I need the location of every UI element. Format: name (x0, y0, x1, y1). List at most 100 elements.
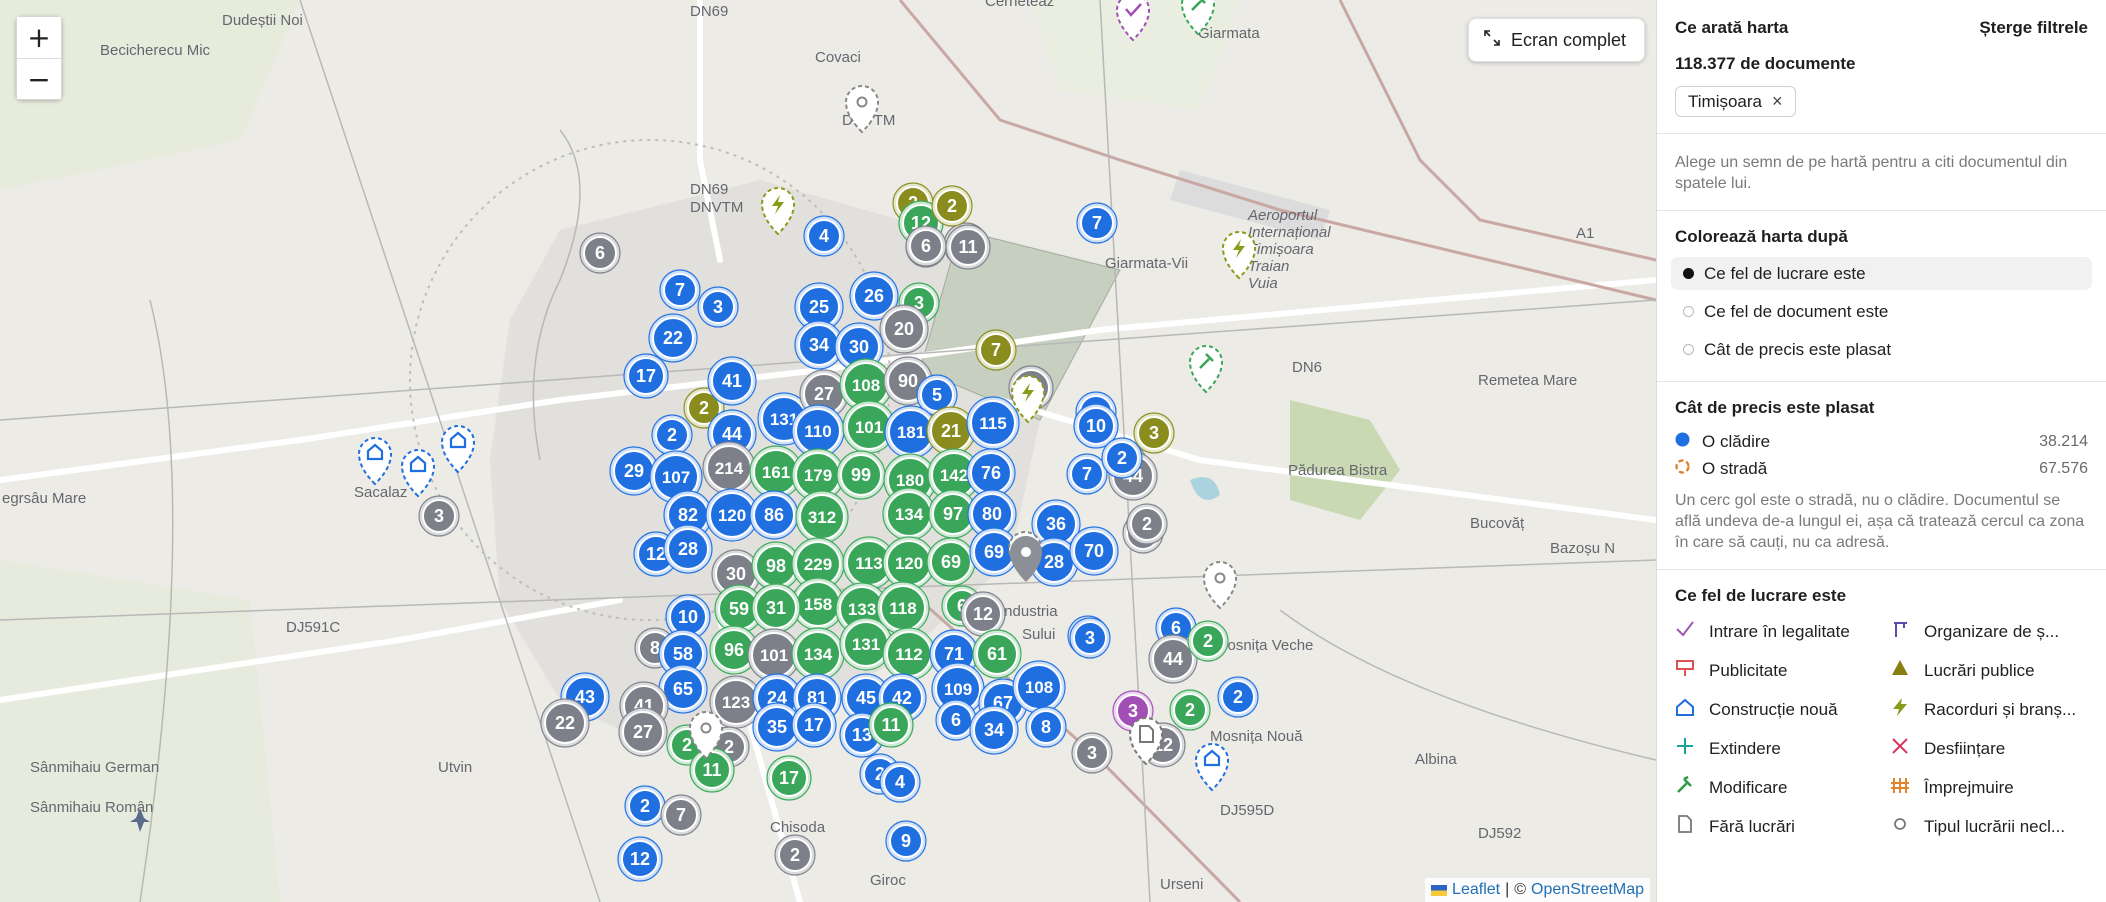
fullscreen-button[interactable]: Ecran complet (1468, 18, 1646, 62)
cluster-marker[interactable]: 7 (1076, 202, 1118, 244)
cluster-marker[interactable]: 31 (751, 583, 801, 633)
cluster-marker[interactable]: 2 (624, 785, 666, 827)
cluster-marker[interactable]: 7 (660, 794, 702, 836)
cluster-marker[interactable]: 312 (795, 490, 849, 544)
cluster-count: 2 (667, 425, 677, 445)
cluster-marker[interactable]: 7 (1066, 453, 1108, 495)
clear-filters-button[interactable]: Șterge filtrele (1979, 18, 2088, 38)
cluster-marker[interactable]: 6 (579, 232, 621, 274)
cluster-marker[interactable]: 41 (707, 356, 757, 406)
precision-count: 67.576 (2039, 459, 2088, 477)
close-icon[interactable]: × (1772, 91, 1783, 112)
cluster-marker[interactable]: 2 (1101, 437, 1143, 479)
cluster-marker[interactable]: 28 (663, 524, 713, 574)
cluster-marker[interactable]: 2 (1169, 689, 1211, 731)
cluster-marker[interactable]: 2 (1187, 620, 1229, 662)
work-type-item[interactable]: Lucrări publice (1890, 651, 2090, 690)
place-label: DNVTM (690, 199, 743, 216)
cluster-marker[interactable]: 6 (905, 225, 947, 267)
cluster-count: 17 (779, 768, 799, 788)
cluster-marker[interactable]: 22 (648, 313, 698, 363)
cluster-marker[interactable]: 34 (969, 705, 1019, 755)
zoom-out-button[interactable]: − (17, 58, 61, 99)
leaflet-link[interactable]: Leaflet (1452, 881, 1500, 899)
place-label: DJ592 (1478, 825, 1521, 842)
filled-circle-icon (1675, 432, 1690, 452)
work-type-item[interactable]: Fără lucrări (1675, 807, 1890, 846)
work-type-item[interactable]: Desființare (1890, 729, 2090, 768)
cluster-marker[interactable]: 3 (1133, 412, 1175, 454)
cluster-count: 7 (676, 805, 686, 825)
color-option-document-type[interactable]: Ce fel de document este (1671, 295, 2092, 328)
place-label: Giroc (870, 872, 906, 889)
cluster-marker[interactable]: 2 (1217, 676, 1259, 718)
cluster-count: 113 (855, 554, 882, 573)
cluster-marker[interactable]: 134 (791, 627, 845, 681)
cluster-marker[interactable]: 11 (945, 224, 991, 270)
cluster-marker[interactable]: 7 (975, 329, 1017, 371)
cluster-marker[interactable]: 214 (702, 441, 756, 495)
work-type-item[interactable]: Extindere (1675, 729, 1890, 768)
cluster-marker[interactable]: 70 (1069, 526, 1119, 576)
cluster-marker[interactable]: 11 (868, 702, 914, 748)
filter-chip-label: Timișoara (1688, 91, 1762, 111)
cluster-marker[interactable]: 9 (885, 820, 927, 862)
cluster-marker[interactable]: 17 (623, 353, 669, 399)
cluster-marker[interactable]: 3 (697, 286, 739, 328)
cluster-marker[interactable]: 7 (659, 269, 701, 311)
cluster-marker[interactable]: 12 (617, 836, 663, 882)
hammer-icon (1675, 775, 1695, 800)
cluster-count: 31 (766, 598, 786, 618)
cluster-marker[interactable]: 12 (960, 591, 1006, 637)
cluster-count: 2 (1142, 514, 1152, 534)
work-type-item[interactable]: Publicitate (1675, 651, 1890, 690)
cluster-marker[interactable]: 8 (1025, 706, 1067, 748)
color-option-precision[interactable]: Cât de precis este plasat (1671, 333, 2092, 366)
cluster-count: 58 (673, 644, 693, 664)
cluster-marker[interactable]: 112 (882, 627, 936, 681)
cluster-marker[interactable]: 4 (879, 761, 921, 803)
cluster-count: 6 (595, 243, 605, 263)
work-type-item[interactable]: Împrejmuire (1890, 768, 2090, 807)
place-label: Giarmata-Vii (1105, 255, 1188, 272)
work-type-item[interactable]: Intrare în legalitate (1675, 612, 1890, 651)
cluster-marker[interactable]: 17 (766, 755, 812, 801)
map-view[interactable]: Dudeștii NoiBecicherecu MicDN69CovaciDNV… (0, 0, 1656, 902)
work-type-item[interactable]: Racorduri și branș... (1890, 690, 2090, 729)
place-label: egrsâu Mare (2, 490, 86, 507)
cluster-marker[interactable]: 115 (966, 396, 1020, 450)
cluster-marker[interactable]: 11 (689, 747, 735, 793)
work-type-item[interactable]: Construcție nouă (1675, 690, 1890, 729)
cluster-marker[interactable]: 86 (749, 490, 799, 540)
cluster-marker[interactable]: 3 (1069, 617, 1111, 659)
zoom-in-button[interactable]: + (17, 17, 61, 58)
cluster-marker[interactable]: 22 (540, 698, 590, 748)
cluster-marker[interactable]: 4 (803, 215, 845, 257)
place-label: Chisoda (770, 819, 826, 836)
cluster-marker[interactable]: 20 (879, 304, 929, 354)
place-label: Bazoșu N (1550, 540, 1615, 557)
work-type-item[interactable]: Modificare (1675, 768, 1890, 807)
cluster-marker[interactable]: 3 (418, 495, 460, 537)
work-type-item[interactable]: Tipul lucrării necl... (1890, 807, 2090, 846)
cluster-marker[interactable]: 3 (1071, 732, 1113, 774)
house-icon (1675, 697, 1695, 722)
cluster-marker[interactable]: 2 (1126, 503, 1168, 545)
place-label: A1 (1576, 225, 1594, 242)
cluster-marker[interactable]: 99 (836, 450, 886, 500)
map-canvas[interactable]: Dudeștii NoiBecicherecu MicDN69CovaciDNV… (0, 0, 1656, 902)
work-type-item[interactable]: Organizare de ș... (1890, 612, 2090, 651)
cluster-marker[interactable]: 17 (791, 702, 837, 748)
cluster-marker[interactable]: 108 (1012, 660, 1066, 714)
cluster-marker[interactable]: 27 (618, 707, 668, 757)
cluster-marker[interactable]: 2 (931, 185, 973, 227)
cluster-marker[interactable]: 134 (882, 487, 936, 541)
cluster-marker[interactable]: 69 (926, 537, 976, 587)
cluster-marker[interactable]: 61 (972, 629, 1022, 679)
osm-link[interactable]: OpenStreetMap (1531, 881, 1644, 899)
cluster-marker[interactable]: 2 (651, 414, 693, 456)
color-option-work-type[interactable]: Ce fel de lucrare este (1671, 257, 2092, 290)
cluster-count: 99 (851, 465, 871, 485)
cluster-marker[interactable]: 2 (774, 834, 816, 876)
cluster-count: 179 (804, 466, 832, 485)
